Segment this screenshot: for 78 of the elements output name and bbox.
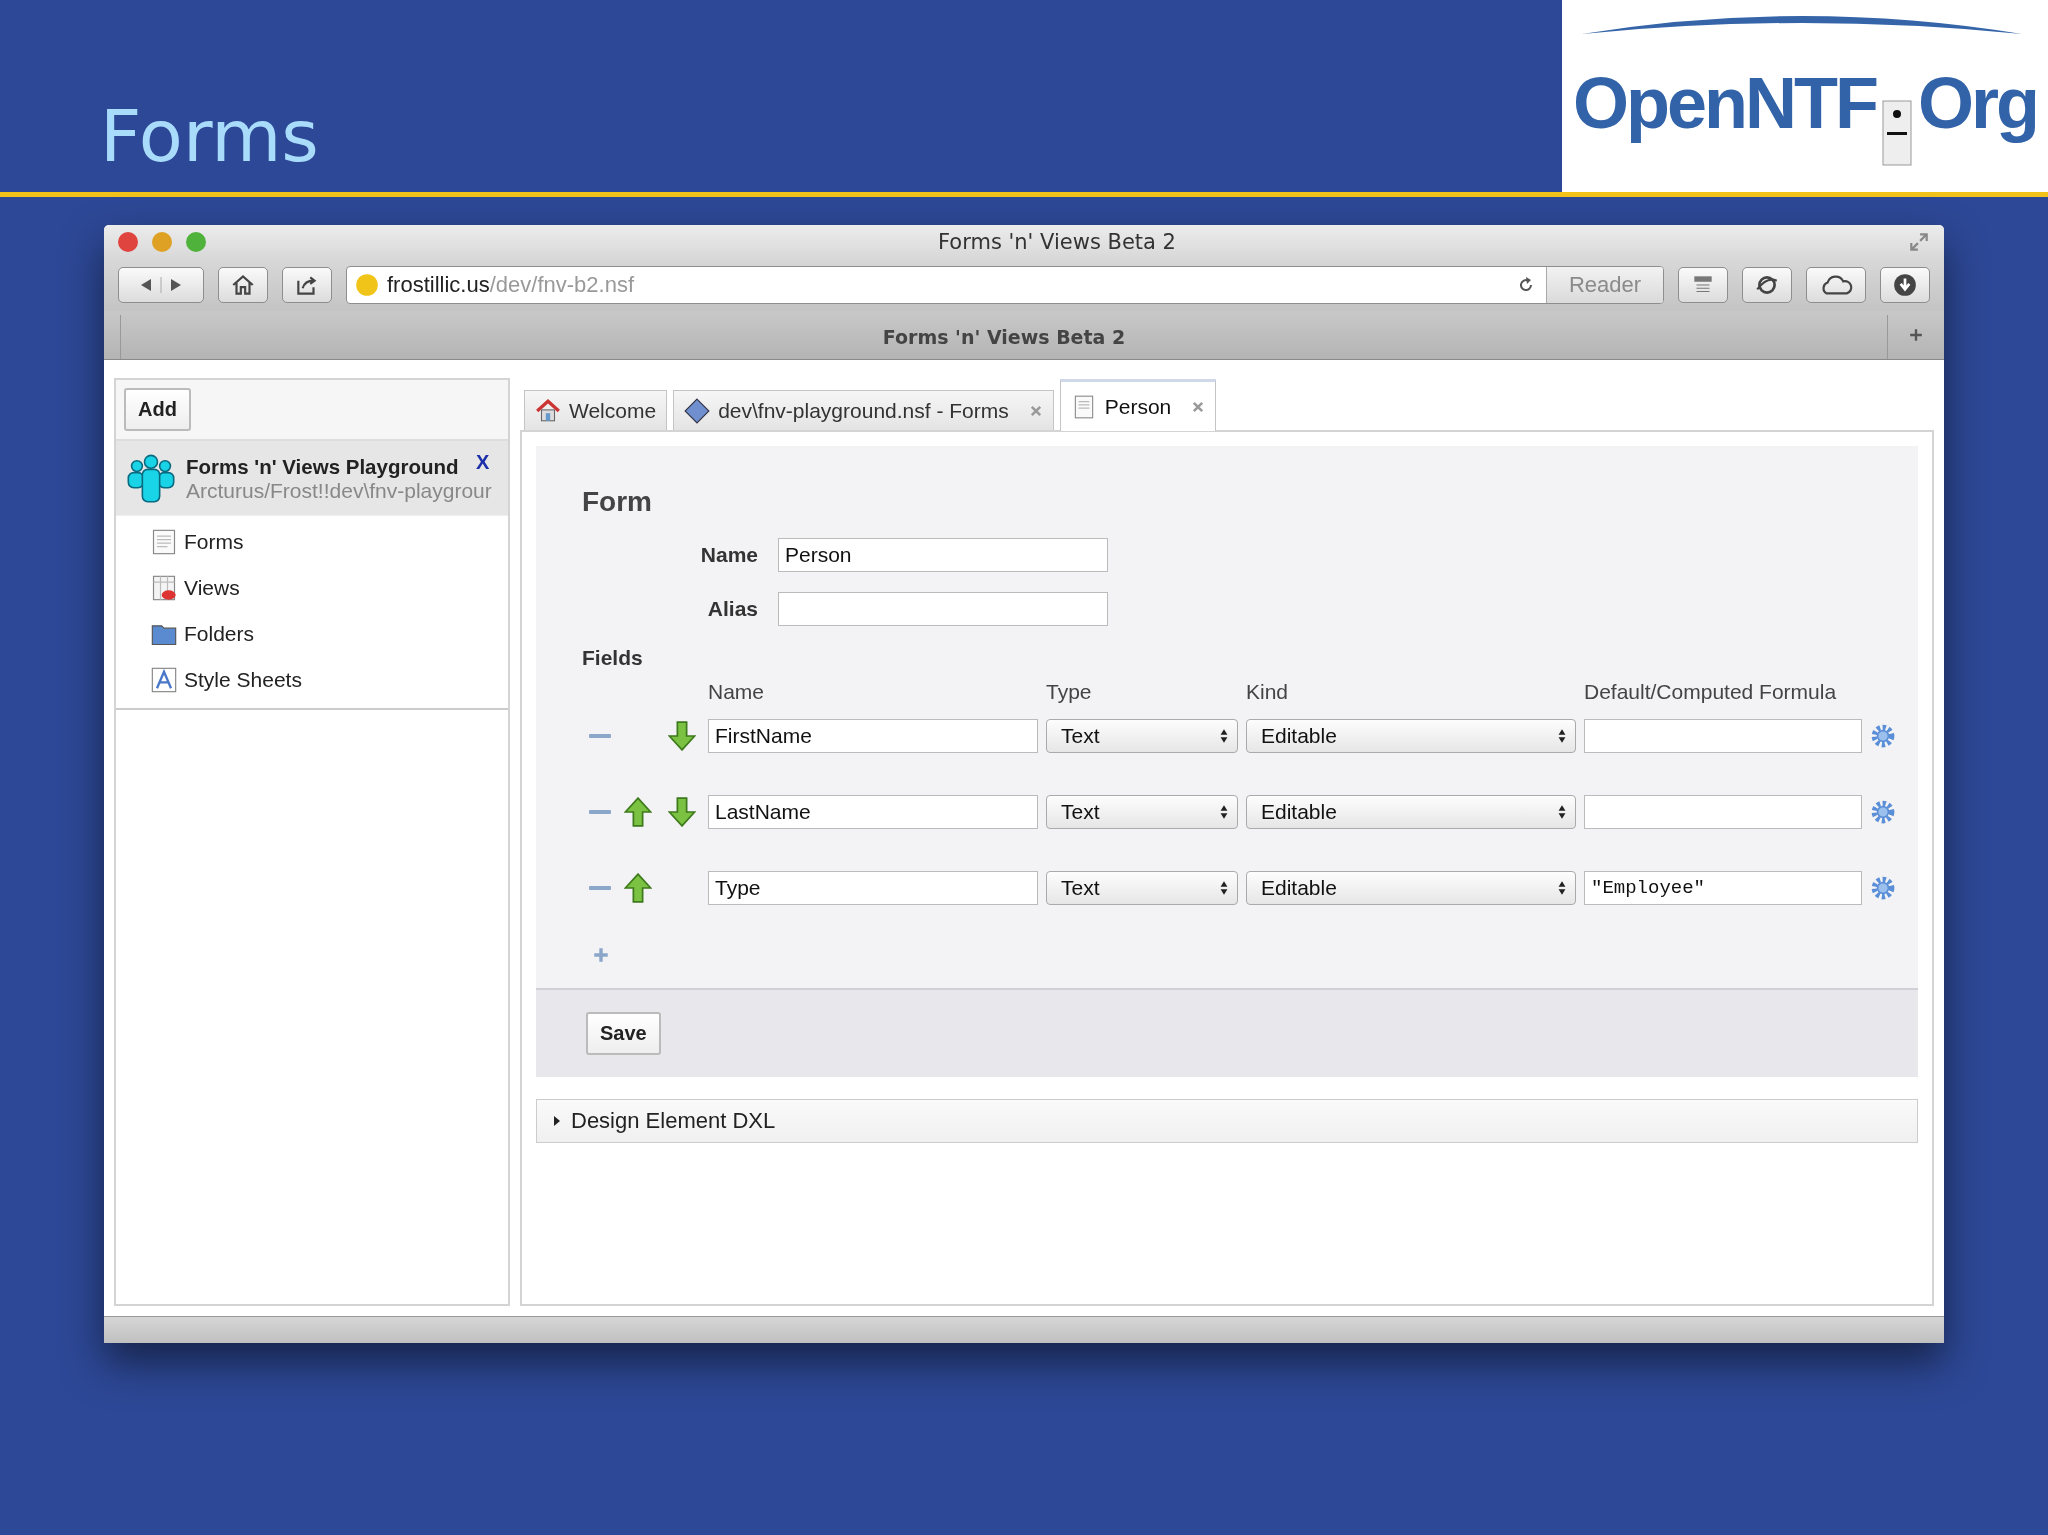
domino-icon (1881, 100, 1912, 166)
name-field[interactable]: Person (778, 538, 1108, 572)
form-heading: Form (582, 486, 653, 518)
up-down-icon (1219, 880, 1229, 896)
formula-input[interactable] (1584, 719, 1862, 753)
column-header: Kind (1246, 680, 1290, 704)
column-header: Default/Computed Formula (1584, 680, 1838, 704)
download-button[interactable] (1880, 267, 1930, 303)
dxl-section-header[interactable]: Design Element DXL (536, 1099, 1918, 1143)
name-label: Name (699, 543, 758, 567)
minus-icon[interactable] (588, 884, 612, 892)
type-select[interactable]: Text (1046, 871, 1238, 905)
slide-title: Forms (99, 93, 319, 180)
gear-icon[interactable] (1870, 723, 1896, 749)
up-down-icon (1557, 728, 1567, 744)
database-path: Arcturus/Frost!!dev\fnv-playgrour (186, 479, 493, 503)
fields-label: Fields (582, 646, 644, 670)
alias-field[interactable] (778, 592, 1108, 626)
type-select[interactable]: Text (1046, 719, 1238, 753)
plus-icon (1909, 328, 1923, 342)
browser-button[interactable] (1742, 267, 1792, 303)
field-name-input[interactable]: LastName (708, 795, 1038, 829)
close-icon[interactable] (1028, 403, 1043, 418)
letter-icon (150, 666, 178, 694)
fullscreen-icon[interactable] (1908, 231, 1930, 253)
field-name-input[interactable]: FirstName (708, 719, 1038, 753)
zoom-icon[interactable] (186, 232, 206, 252)
document-button[interactable] (1678, 267, 1728, 303)
up-down-icon (1557, 880, 1567, 896)
kind-select[interactable]: Editable (1246, 795, 1576, 829)
column-header: Type (1046, 680, 1093, 704)
column-header: Name (708, 680, 766, 704)
tab[interactable]: Person (1059, 379, 1217, 431)
site-icon (355, 273, 379, 297)
document-icon (150, 528, 178, 556)
database-title: Forms 'n' Views Playground (186, 455, 459, 479)
home-icon (230, 272, 256, 298)
formula-input[interactable] (1584, 795, 1862, 829)
diamond-icon (684, 397, 711, 424)
minus-icon[interactable] (588, 808, 612, 816)
alias-label: Alias (706, 597, 758, 621)
kind-select[interactable]: Editable (1246, 719, 1576, 753)
up-down-icon (1219, 728, 1229, 744)
up-down-icon (1557, 804, 1567, 820)
cloud-button[interactable] (1806, 267, 1866, 303)
back-forward-button[interactable] (118, 267, 204, 303)
sidebar-item[interactable]: Folders (150, 620, 508, 648)
up-arrow-icon[interactable] (624, 873, 652, 903)
down-arrow-icon[interactable] (668, 797, 696, 827)
sidebar-item[interactable]: Views (150, 574, 508, 602)
minimize-icon[interactable] (152, 232, 172, 252)
close-icon[interactable] (1191, 399, 1206, 414)
close-link[interactable]: X (476, 451, 490, 474)
share-button[interactable] (282, 267, 332, 303)
gear-icon[interactable] (1870, 799, 1896, 825)
gear-icon[interactable] (1870, 875, 1896, 901)
kind-select[interactable]: Editable (1246, 871, 1576, 905)
table-icon (150, 574, 178, 602)
formula-input[interactable]: "Employee" (1584, 871, 1862, 905)
up-arrow-icon[interactable] (624, 797, 652, 827)
plus-icon[interactable] (592, 946, 610, 964)
save-button[interactable]: Save (586, 1012, 661, 1055)
home-button[interactable] (218, 267, 268, 303)
url-field[interactable]: frostillic.us/dev/fnv-b2.nsf Reader (346, 266, 1664, 304)
minus-icon[interactable] (588, 732, 612, 740)
field-name-input[interactable]: Type (708, 871, 1038, 905)
close-icon[interactable] (118, 232, 138, 252)
window-title: Forms 'n' Views Beta 2 (937, 230, 1177, 254)
tab[interactable]: dev\fnv-playground.nsf - Forms (673, 390, 1054, 430)
add-button[interactable]: Add (124, 388, 191, 431)
sidebar-item[interactable]: Forms (150, 528, 508, 556)
sidebar-item[interactable]: Style Sheets (150, 666, 508, 694)
type-select[interactable]: Text (1046, 795, 1238, 829)
house-icon (535, 397, 561, 424)
up-down-icon (1219, 804, 1229, 820)
down-arrow-icon[interactable] (668, 721, 696, 751)
tab[interactable]: Welcome (524, 390, 668, 430)
download-icon (1892, 272, 1918, 298)
